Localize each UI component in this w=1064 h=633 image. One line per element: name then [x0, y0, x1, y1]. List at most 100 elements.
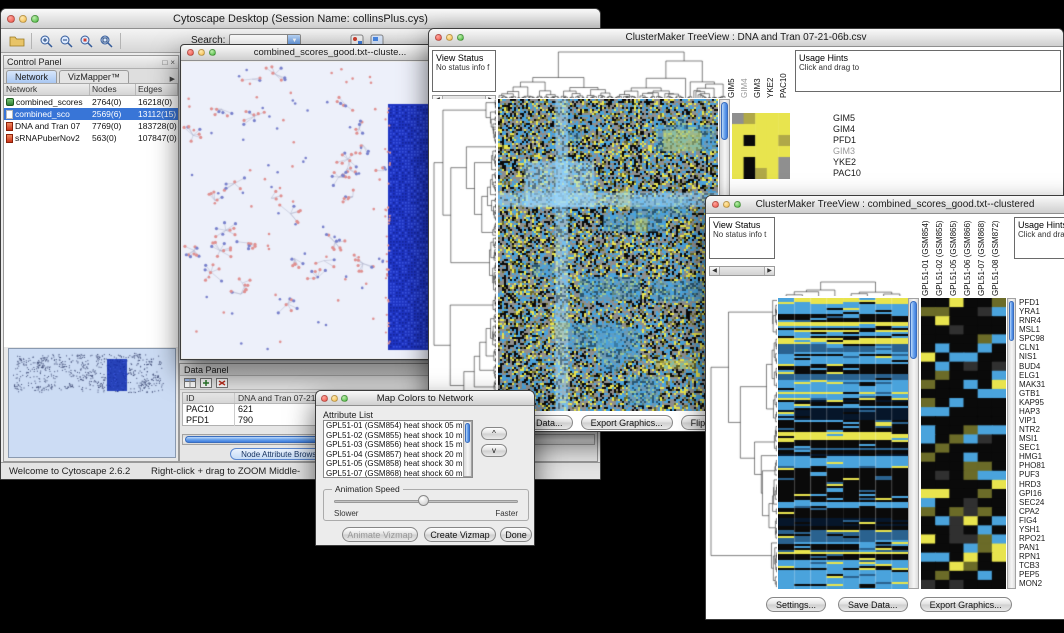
- column-label[interactable]: GIM3: [753, 50, 766, 98]
- minimize-button[interactable]: [723, 201, 730, 208]
- minimize-button[interactable]: [198, 49, 205, 56]
- gene-label[interactable]: HRD3: [1019, 480, 1064, 489]
- zoom-window-button[interactable]: [734, 201, 741, 208]
- gene-label[interactable]: GIM4: [833, 124, 903, 135]
- tab-network[interactable]: Network: [6, 70, 57, 83]
- treeview-button[interactable]: Export Graphics...: [920, 597, 1012, 612]
- heatmap-vscrollbar[interactable]: [908, 298, 919, 589]
- gene-label[interactable]: PEP5: [1019, 570, 1064, 579]
- scrollbar-thumb[interactable]: [721, 102, 728, 140]
- tab-overflow-icon[interactable]: ▶: [170, 75, 175, 83]
- zoom-window-button[interactable]: [457, 34, 464, 41]
- column-dendrogram[interactable]: [778, 280, 908, 296]
- row-dendrogram[interactable]: [432, 99, 496, 411]
- select-attributes-icon[interactable]: [184, 378, 196, 388]
- table-row[interactable]: DNA and Tran 07 7769(0) 183728(0): [4, 120, 178, 132]
- gene-label[interactable]: PFD1: [1019, 298, 1064, 307]
- list-item[interactable]: GPL51-05 (GSM858) heat shock 30 min: [324, 459, 472, 469]
- gene-label[interactable]: NTR2: [1019, 425, 1064, 434]
- column-header-edges[interactable]: Edges: [136, 84, 178, 95]
- tree-hscrollbar[interactable]: ◀ ▶: [709, 266, 775, 276]
- gene-label[interactable]: PUF3: [1019, 470, 1064, 479]
- gene-label[interactable]: PFD1: [833, 135, 903, 146]
- animate-vizmap-button[interactable]: Animate Vizmap: [342, 527, 418, 542]
- gene-label[interactable]: CPA2: [1019, 507, 1064, 516]
- scrollbar-thumb[interactable]: [465, 423, 470, 443]
- list-vscrollbar[interactable]: [463, 421, 472, 477]
- dialog-title-bar[interactable]: Map Colors to Network: [316, 391, 534, 406]
- minimize-button[interactable]: [331, 395, 338, 402]
- list-item[interactable]: GPL51-03 (GSM856) heat shock 15 min: [324, 440, 472, 450]
- speed-slider-thumb[interactable]: [418, 495, 429, 506]
- column-dendrogram[interactable]: [498, 50, 726, 98]
- column-header-network[interactable]: Network: [4, 84, 90, 95]
- gene-label[interactable]: GIM5: [833, 113, 903, 124]
- minimize-button[interactable]: [19, 15, 27, 23]
- zoom-window-button[interactable]: [31, 15, 39, 23]
- column-label[interactable]: YKE2: [766, 50, 779, 98]
- list-item[interactable]: GPL51-04 (GSM857) heat shock 20 min: [324, 450, 472, 460]
- column-header-id[interactable]: ID: [183, 393, 235, 403]
- done-button[interactable]: Done: [500, 527, 532, 542]
- create-vizmap-button[interactable]: Create Vizmap: [424, 527, 496, 542]
- gene-label[interactable]: MON2: [1019, 579, 1064, 588]
- gene-label[interactable]: YKE2: [833, 157, 903, 168]
- gene-label[interactable]: YRA1: [1019, 307, 1064, 316]
- main-title-bar[interactable]: Cytoscape Desktop (Session Name: collins…: [1, 9, 600, 29]
- column-label[interactable]: GPL51-01 (GSM854): [921, 217, 935, 296]
- gene-label[interactable]: ELG1: [1019, 371, 1064, 380]
- gene-label[interactable]: NIS1: [1019, 352, 1064, 361]
- scrollbar-thumb[interactable]: [1009, 301, 1014, 341]
- scroll-left-icon[interactable]: ◀: [710, 267, 720, 275]
- move-down-button[interactable]: v: [481, 444, 507, 457]
- close-button[interactable]: [321, 395, 328, 402]
- scrollbar-thumb[interactable]: [910, 301, 917, 359]
- gene-label[interactable]: RNR4: [1019, 316, 1064, 325]
- zoom-in-icon[interactable]: [36, 32, 56, 50]
- zoom-fit-icon[interactable]: [96, 32, 116, 50]
- row-dendrogram[interactable]: [709, 298, 777, 589]
- table-row[interactable]: sRNAPuberNov2 563(0) 107847(0): [4, 132, 178, 144]
- close-button[interactable]: [7, 15, 15, 23]
- gene-label[interactable]: FIG4: [1019, 516, 1064, 525]
- list-item[interactable]: GPL51-02 (GSM855) heat shock 10 min: [324, 431, 472, 441]
- zoom-window-button[interactable]: [209, 49, 216, 56]
- tab-vizmapper[interactable]: VizMapper™: [59, 70, 129, 83]
- treeview-button[interactable]: Export Graphics...: [581, 415, 673, 430]
- gene-label[interactable]: HMG1: [1019, 452, 1064, 461]
- gene-label[interactable]: SPC98: [1019, 334, 1064, 343]
- minimize-button[interactable]: [446, 34, 453, 41]
- list-item[interactable]: GPL51-07 (GSM868) heat shock 60 min: [324, 469, 472, 478]
- column-label[interactable]: GIM5: [727, 50, 740, 98]
- gene-label[interactable]: SEC1: [1019, 443, 1064, 452]
- column-label[interactable]: GPL51-08 (GSM872): [991, 217, 1005, 296]
- heatmap-global-view[interactable]: [778, 298, 908, 589]
- table-row-selected[interactable]: combined_sco 2569(6) 13112(15): [4, 108, 178, 120]
- float-panel-icon[interactable]: □: [162, 58, 167, 67]
- open-folder-icon[interactable]: [7, 32, 27, 50]
- zoom-vscrollbar[interactable]: [1007, 298, 1016, 589]
- close-button[interactable]: [712, 201, 719, 208]
- gene-label[interactable]: RPO21: [1019, 534, 1064, 543]
- treeview-combined-title-bar[interactable]: ClusterMaker TreeView : combined_scores_…: [706, 196, 1064, 214]
- column-label[interactable]: GIM4: [740, 50, 753, 98]
- scroll-right-icon[interactable]: ▶: [764, 267, 774, 275]
- gene-label[interactable]: CLN1: [1019, 343, 1064, 352]
- list-item[interactable]: GPL51-01 (GSM854) heat shock 05 min: [324, 421, 472, 431]
- gene-label[interactable]: SEC24: [1019, 498, 1064, 507]
- gene-label[interactable]: MSI1: [1019, 434, 1064, 443]
- gene-label[interactable]: GIM3: [833, 146, 903, 157]
- treeview-button[interactable]: Save Data...: [838, 597, 908, 612]
- new-attribute-icon[interactable]: [200, 378, 212, 388]
- gene-label[interactable]: HAP3: [1019, 407, 1064, 416]
- delete-attribute-icon[interactable]: [216, 378, 228, 388]
- gene-label[interactable]: PAC10: [833, 168, 903, 179]
- gene-label[interactable]: GTB1: [1019, 389, 1064, 398]
- gene-label[interactable]: TCB3: [1019, 561, 1064, 570]
- zoom-window-button[interactable]: [341, 395, 348, 402]
- gene-label[interactable]: BUD4: [1019, 362, 1064, 371]
- gene-label[interactable]: VIP1: [1019, 416, 1064, 425]
- column-label[interactable]: GPL51-05 (GSM865): [949, 217, 963, 296]
- column-label[interactable]: GPL51-07 (GSM868): [977, 217, 991, 296]
- heatmap-zoom-view[interactable]: [732, 113, 790, 179]
